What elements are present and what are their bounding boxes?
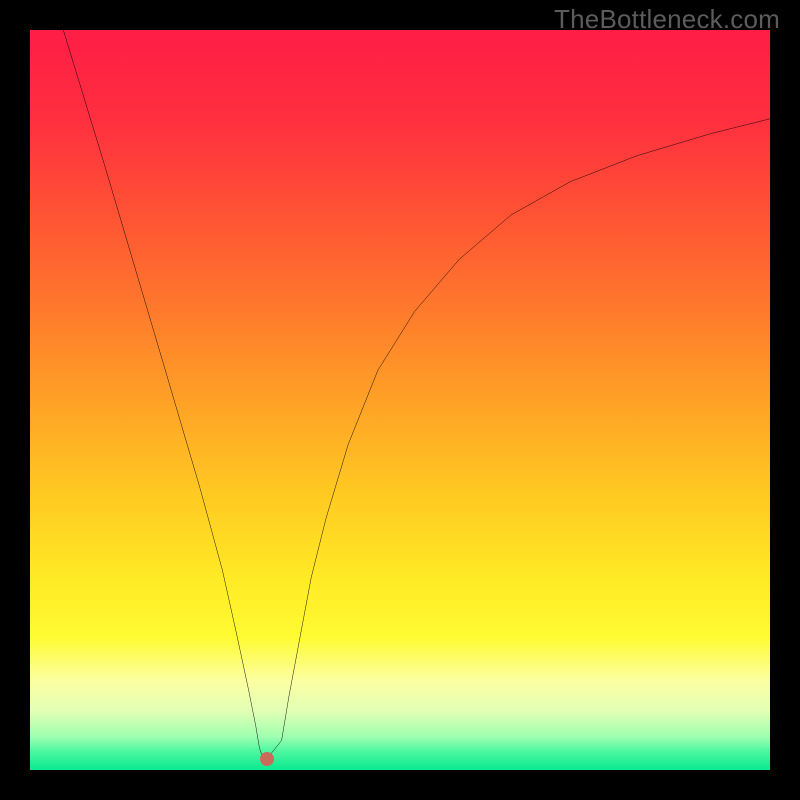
plot-inner bbox=[30, 30, 770, 770]
chart-frame: TheBottleneck.com bbox=[0, 0, 800, 800]
watermark-label: TheBottleneck.com bbox=[554, 4, 780, 35]
bottleneck-curve-line bbox=[63, 30, 770, 759]
curve-layer bbox=[30, 30, 770, 770]
plot-area bbox=[30, 30, 770, 770]
optimal-point-marker bbox=[260, 752, 274, 766]
